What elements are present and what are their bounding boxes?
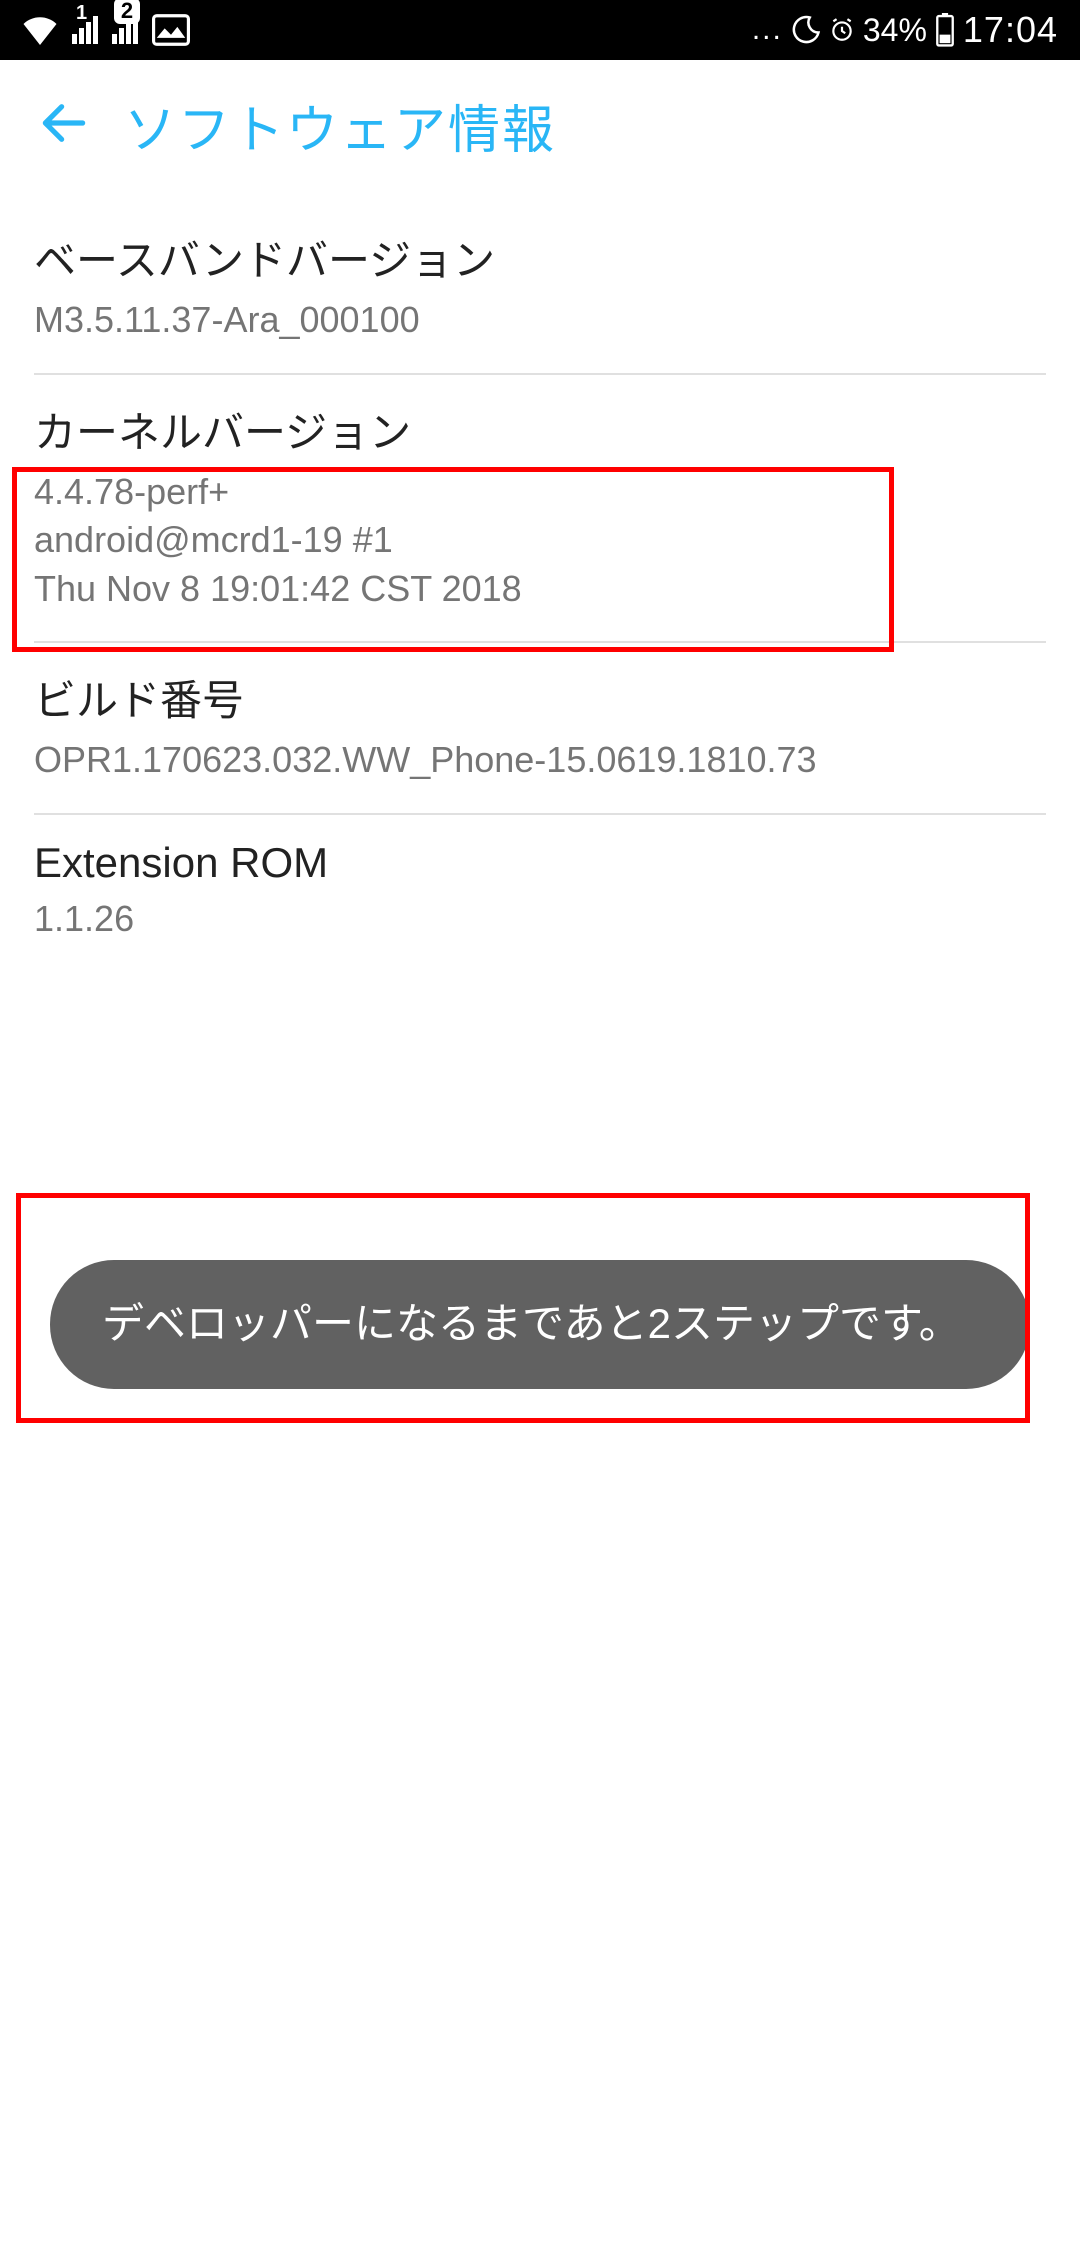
alarm-icon [829,17,855,43]
clock-time: 17:04 [963,9,1058,51]
toast-message: デベロッパーになるまであと2ステップです。 [50,1260,1030,1389]
item-label: カーネルバージョン [34,399,1046,460]
page-title: ソフトウェア情報 [124,88,556,163]
sim2-signal-icon: 2 [112,16,138,44]
item-value: 1.1.26 [34,895,1046,944]
sim1-signal-icon: 1 [72,16,98,44]
setting-item-extension-rom[interactable]: Extension ROM 1.1.26 [34,815,1046,972]
setting-item-build-number[interactable]: ビルド番号 OPR1.170623.032.WW_Phone-15.0619.1… [34,643,1046,815]
battery-icon [935,13,955,47]
more-icon: ... [752,13,783,47]
app-bar: ソフトウェア情報 [0,60,1080,203]
battery-pct: 34% [863,12,927,49]
dnd-moon-icon [791,15,821,45]
item-value: 4.4.78-perf+ android@mcrd1-19 #1 Thu Nov… [34,468,1046,614]
item-value: M3.5.11.37-Ara_000100 [34,296,1046,345]
item-label: ビルド番号 [34,667,1046,728]
setting-item-kernel[interactable]: カーネルバージョン 4.4.78-perf+ android@mcrd1-19 … [34,375,1046,644]
item-value: OPR1.170623.032.WW_Phone-15.0619.1810.73 [34,736,1046,785]
page-content: ソフトウェア情報 ベースバンドバージョン M3.5.11.37-Ara_0001… [0,60,1080,2246]
status-bar: 1 2 ... [0,0,1080,60]
item-label: Extension ROM [34,839,1046,887]
back-icon[interactable] [36,95,92,156]
wifi-icon [22,15,58,45]
setting-item-baseband[interactable]: ベースバンドバージョン M3.5.11.37-Ara_000100 [34,203,1046,375]
image-icon [152,14,190,46]
item-label: ベースバンドバージョン [34,227,1046,288]
